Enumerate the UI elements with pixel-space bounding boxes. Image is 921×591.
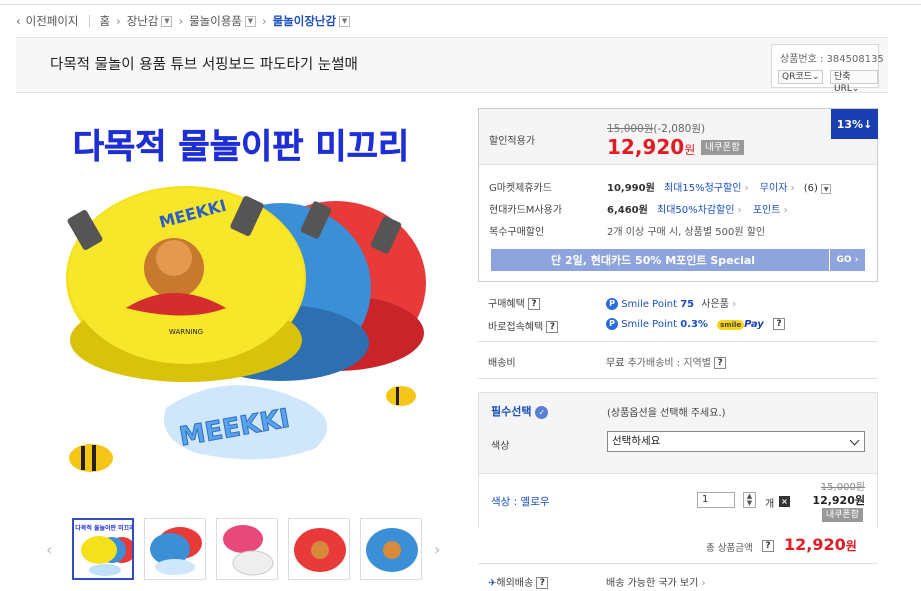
divider — [478, 563, 878, 564]
shipping-label: 배송비 — [488, 358, 516, 369]
breadcrumb-arrow-icon: › — [178, 14, 184, 28]
hyundai-card-row: 6,460원 최대50%차감할인 › 포인트 › — [607, 205, 788, 216]
hyundai-point-link[interactable]: 포인트 — [753, 205, 781, 216]
selected-option-name: 색상 : 옐로우 — [491, 496, 550, 508]
total-label: 총 상품금액 — [706, 543, 753, 554]
gmarket-card-label: G마켓제휴카드 — [489, 183, 552, 194]
breadcrumb-arrow-icon: › — [261, 14, 267, 28]
color-select[interactable]: 선택하세요 — [607, 431, 865, 452]
hyundai-card-label: 현대카드M사용가 — [489, 205, 563, 216]
required-option-label: 필수선택 ✓ — [491, 403, 549, 419]
overseas-label: ✈해외배송 ? — [488, 574, 549, 589]
quantity-input[interactable]: 1 — [697, 492, 735, 508]
help-icon[interactable]: ? — [762, 540, 774, 552]
thumb-prev-icon[interactable]: ‹ — [46, 540, 52, 559]
shipping-value: 무료 추가배송비 : 지역별 ? — [606, 354, 727, 369]
gmarket-card-row: 10,990원 최대15%청구할인 › 무이자 › (6) ▼ — [607, 179, 832, 194]
back-chevron-icon[interactable]: ‹ — [16, 14, 21, 28]
check-circle-icon: ✓ — [535, 406, 549, 419]
chevron-down-icon — [849, 435, 860, 446]
thumbnail-5[interactable] — [360, 518, 422, 580]
selected-option-row: 색상 : 옐로우 1 ▲ ▼ 개 × 15,000원 12,920원 내쿠폰함 — [479, 473, 877, 528]
smile-point-icon: P — [606, 318, 618, 330]
gmarket-expand-icon[interactable]: ▼ — [821, 184, 832, 194]
option-price: 12,920원 — [812, 494, 865, 507]
help-icon[interactable]: ? — [772, 318, 785, 330]
discount-label: 할인적용가 — [489, 136, 535, 147]
coupon-button[interactable]: 내쿠폰함 — [701, 140, 744, 155]
price-header: 할인적용가 15,000원(-2,080원) 12,920원 내쿠폰함 13%↓ — [479, 109, 878, 165]
hyundai-detail-link[interactable]: 최대50%차감할인 — [657, 205, 734, 216]
help-icon[interactable]: ? — [546, 321, 559, 333]
top-divider — [0, 4, 921, 5]
breadcrumb-arrow-icon: › — [116, 14, 121, 28]
breadcrumb-cat3[interactable]: 물놀이장난감 — [273, 13, 336, 29]
product-number: 상품번호 : 384508135 — [780, 54, 884, 65]
option-coupon-button[interactable]: 내쿠폰함 — [821, 508, 863, 522]
banner-go-button[interactable]: GO › — [829, 249, 865, 271]
buy-benefit-label: 구매혜택 ? — [488, 295, 540, 310]
short-url-button[interactable]: 단축 URL⌄ — [830, 70, 878, 94]
image-banner-text: 다목적 물놀이판 미끄리 — [73, 127, 409, 167]
buy-benefit-value: P Smile Point 75 사은품 › — [606, 295, 736, 310]
quantity-stepper[interactable]: ▲ ▼ — [743, 492, 756, 508]
product-number-box: 상품번호 : 384508135 QR코드⌄ 단축 URL⌄ — [771, 44, 884, 94]
product-illustration: 다목적 물놀이판 미끄리 MEEKKI WARNING MEEKKI — [66, 127, 426, 472]
original-price: 15,000원(-2,080원) — [607, 123, 706, 135]
help-icon[interactable]: ? — [714, 357, 727, 369]
gmarket-detail-link[interactable]: 최대15%청구할인 — [664, 183, 741, 194]
main-product-image[interactable]: 다목적 물놀이판 미끄리 MEEKKI WARNING MEEKKI — [46, 108, 436, 504]
thumbnail-4[interactable] — [288, 518, 350, 580]
thumbnail-2[interactable] — [144, 518, 206, 580]
discount-rate-badge: 13%↓ — [831, 109, 878, 139]
breadcrumb-cat1[interactable]: 장난감 — [127, 13, 159, 29]
total-price: 12,920원 — [784, 535, 857, 554]
breadcrumb-cat2[interactable]: 물놀이용품 — [189, 13, 242, 29]
gmarket-interest-free-link[interactable]: 무이자 — [760, 183, 788, 194]
gift-link[interactable]: 사은품 — [701, 299, 729, 310]
divider — [478, 378, 878, 379]
svg-text:다목적 물놀이판 미끄리: 다목적 물놀이판 미끄리 — [75, 524, 134, 532]
product-title: 다목적 물놀이 용품 튜브 서핑보드 파도타기 눈썰매 — [50, 57, 358, 73]
thumbnail-1[interactable]: 다목적 물놀이판 미끄리 — [72, 518, 134, 580]
instant-benefit-value: P Smile Point 0.3% smile Pay ? — [606, 318, 785, 330]
breadcrumb-divider — [88, 15, 90, 27]
option-original-price: 15,000원 — [820, 482, 865, 493]
instant-benefit-label: 바로접속혜택 ? — [488, 318, 559, 333]
banner-text: 단 2일, 현대카드 50% M포인트 Special — [551, 254, 756, 267]
breadcrumb: ‹ 이전페이지 홈 › 장난감 ▼ › 물놀이용품 ▼ › 물놀이장난감 ▼ — [16, 12, 351, 30]
cat2-dropdown-icon[interactable]: ▼ — [244, 15, 256, 27]
multi-buy-detail: 2개 이상 구매 시, 상품별 500원 할인 — [607, 227, 766, 238]
color-label: 색상 — [491, 441, 510, 452]
hyundai-promo-banner[interactable]: 단 2일, 현대카드 50% M포인트 Special GO › — [491, 249, 865, 271]
price-box: 할인적용가 15,000원(-2,080원) 12,920원 내쿠폰함 13%↓… — [478, 108, 878, 282]
back-link[interactable]: 이전페이지 — [26, 13, 79, 29]
smile-logo-icon: smile — [717, 320, 745, 330]
sale-price: 12,920원 — [607, 135, 696, 159]
cat3-dropdown-icon[interactable]: ▼ — [339, 15, 351, 27]
overseas-country-link[interactable]: 배송 가능한 국가 보기 › — [606, 574, 706, 589]
help-icon[interactable]: ? — [536, 577, 549, 589]
help-icon[interactable]: ? — [528, 298, 540, 310]
cat1-dropdown-icon[interactable]: ▼ — [161, 15, 173, 27]
option-box: 필수선택 ✓ (상품옵션을 선택해 주세요.) 색상 선택하세요 색상 : 옐로… — [478, 392, 878, 528]
quantity-unit: 개 — [765, 499, 775, 510]
divider — [478, 341, 878, 342]
thumbnail-3[interactable] — [216, 518, 278, 580]
multi-buy-label: 복수구매할인 — [489, 227, 545, 238]
breadcrumb-home[interactable]: 홈 — [100, 13, 111, 29]
remove-option-icon[interactable]: × — [779, 496, 790, 507]
required-option-hint: (상품옵션을 선택해 주세요.) — [607, 408, 726, 419]
qr-code-button[interactable]: QR코드⌄ — [778, 70, 824, 84]
smile-point-icon: P — [606, 298, 618, 310]
svg-text:WARNING: WARNING — [169, 328, 203, 336]
thumb-next-icon[interactable]: › — [434, 540, 440, 559]
title-bar: 다목적 물놀이 용품 튜브 서핑보드 파도타기 눈썰매 상품번호 : 38450… — [16, 37, 888, 94]
